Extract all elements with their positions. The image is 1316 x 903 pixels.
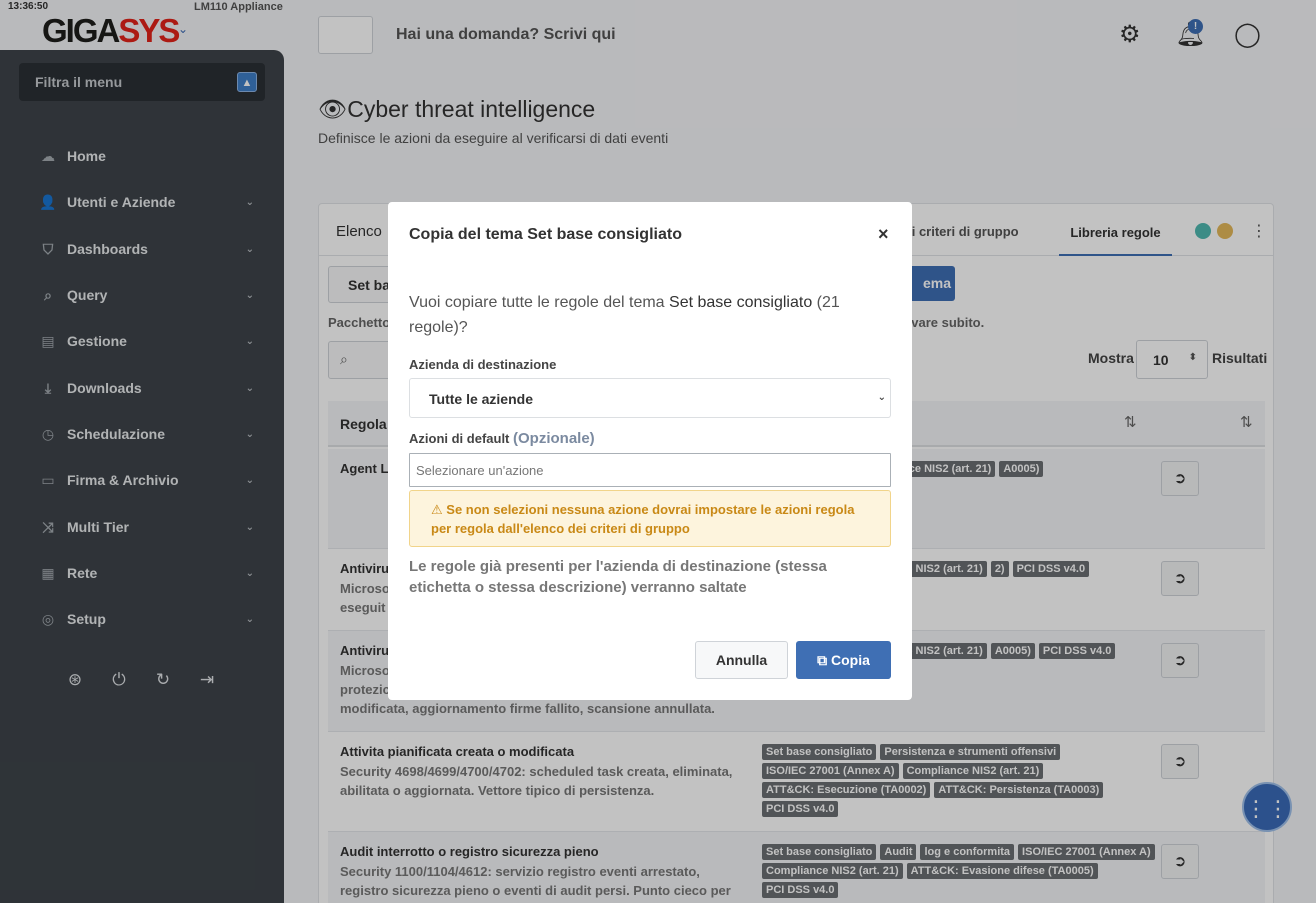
modal-title: Copia del tema Set base consigliato [409,226,682,243]
warning-icon: ⚠ [431,502,447,517]
optional-label: (Opzionale) [513,430,595,447]
destination-select[interactable]: Tutte le aziende ⌄ [409,378,891,418]
copy-icon: ⧉ [817,652,831,668]
question-theme: Set base consigliato [669,294,813,311]
warning-alert: ⚠ Se non selezioni nessuna azione dovrai… [409,490,891,547]
info-text: Le regole già presenti per l'azienda di … [409,558,827,596]
question-pre: Vuoi copiare tutte le regole del tema [409,294,670,311]
modal-question: Vuoi copiare tutte le regole del tema Se… [409,290,889,340]
destination-value: Tutte le aziende [429,391,533,407]
actions-label-text: Azioni di default [409,431,513,446]
actions-input[interactable]: Selezionare un'azione [409,453,891,487]
close-icon[interactable]: × [878,224,889,245]
actions-label: Azioni di default (Opzionale) [409,430,595,447]
copy-button[interactable]: ⧉ Copia [796,641,891,679]
copy-theme-modal: Copia del tema Set base consigliato × Vu… [388,202,912,700]
chevron-down-icon: ⌄ [877,392,886,403]
copy-label: Copia [831,652,870,668]
destination-label: Azienda di destinazione [409,357,557,372]
warning-text: Se non selezioni nessuna azione dovrai i… [431,502,855,536]
cancel-button[interactable]: Annulla [695,641,788,679]
